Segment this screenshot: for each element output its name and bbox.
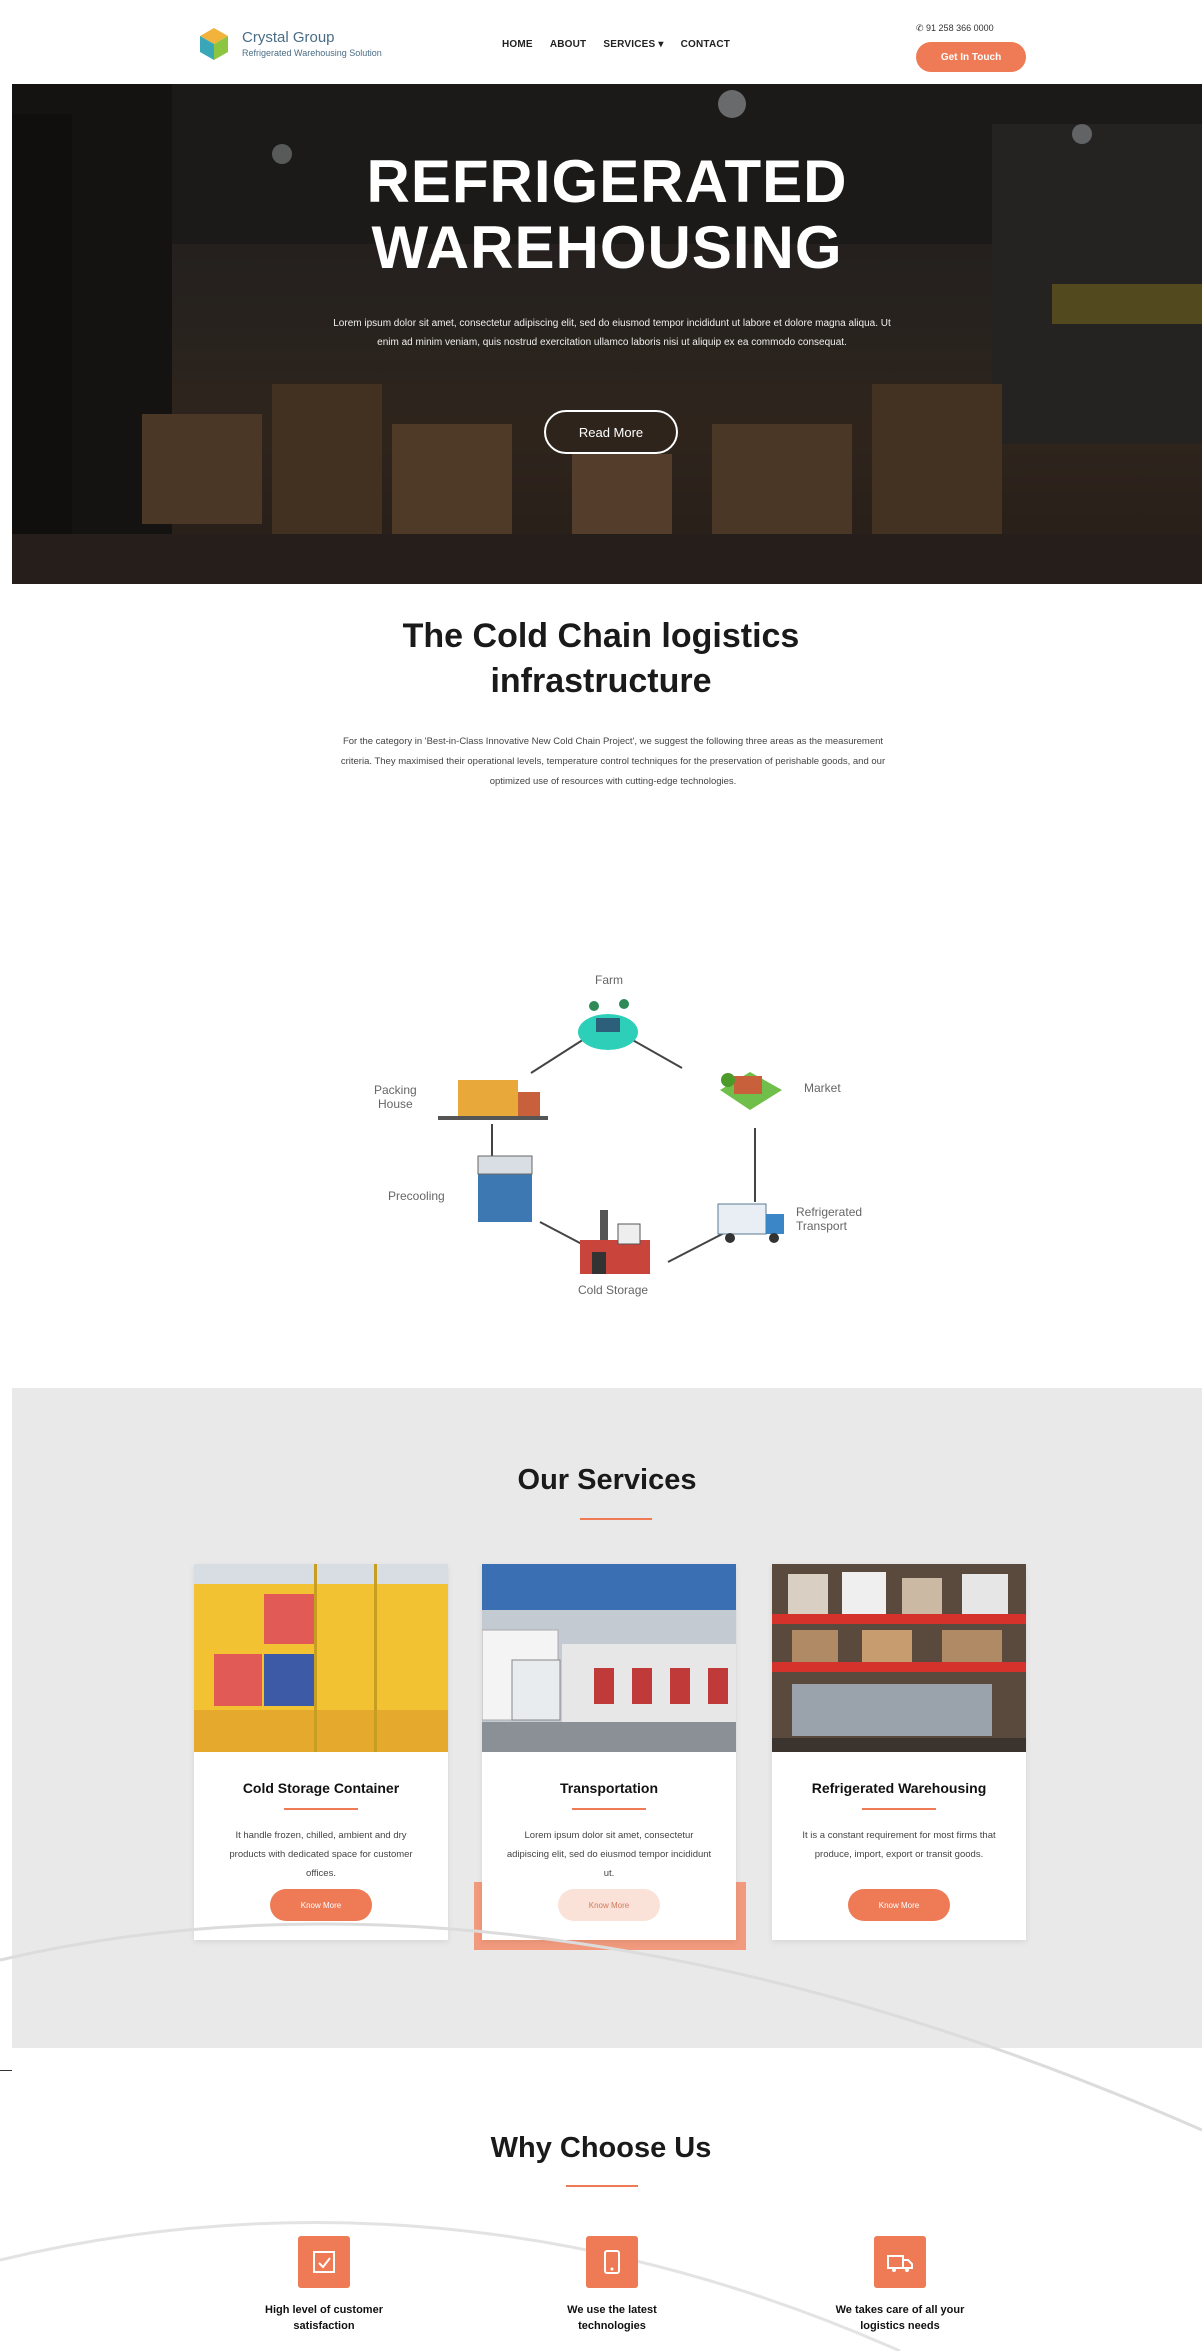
nav-about[interactable]: ABOUT bbox=[550, 39, 587, 50]
market-icon bbox=[720, 1072, 782, 1110]
services-title-underline bbox=[580, 1518, 652, 1520]
why-label-line1: We use the latest bbox=[567, 2304, 657, 2316]
node-label-precooling: Precooling bbox=[388, 1189, 445, 1203]
know-more-button[interactable]: Know More bbox=[558, 1889, 660, 1921]
logo[interactable]: Crystal Group Refrigerated Warehousing S… bbox=[194, 24, 382, 64]
services-section: Our Services Cold Storage Container It h… bbox=[12, 1388, 1202, 2048]
logo-tagline: Refrigerated Warehousing Solution bbox=[242, 48, 382, 58]
intro-title: The Cold Chain logistics infrastructure bbox=[0, 614, 1202, 704]
intro-description: For the category in 'Best-in-Class Innov… bbox=[340, 736, 886, 787]
main-nav: HOME ABOUT SERVICES ▾ CONTACT bbox=[502, 39, 730, 50]
shipping-containers-image bbox=[194, 1564, 448, 1752]
read-more-button[interactable]: Read More bbox=[544, 410, 678, 454]
node-label-farm: Farm bbox=[595, 973, 623, 987]
card-title: Refrigerated Warehousing bbox=[811, 1780, 987, 1796]
why-label-line2: satisfaction bbox=[293, 2320, 355, 2332]
intro-title-line1: The Cold Chain logistics bbox=[402, 617, 800, 655]
nav-services[interactable]: SERVICES ▾ bbox=[603, 39, 663, 50]
hero-title: REFRIGERATED WAREHOUSING bbox=[12, 149, 1202, 281]
card-title: Cold Storage Container bbox=[242, 1780, 400, 1796]
technology-icon bbox=[586, 2236, 638, 2288]
nav-contact[interactable]: CONTACT bbox=[681, 39, 731, 50]
node-label-cold-storage: Cold Storage bbox=[578, 1283, 648, 1297]
cold-chain-diagram: Farm Market Refrigerated Transport Cold … bbox=[330, 960, 890, 1360]
service-card-cold-storage[interactable]: Cold Storage Container It handle frozen,… bbox=[194, 1564, 448, 1940]
card-title-underline bbox=[862, 1808, 936, 1810]
know-more-button[interactable]: Know More bbox=[270, 1889, 372, 1921]
packing-house-truck-icon bbox=[438, 1080, 548, 1120]
page-edge-mark bbox=[0, 2070, 12, 2071]
service-card-transportation[interactable]: Transportation Lorem ipsum dolor sit ame… bbox=[482, 1564, 736, 1940]
node-label-transport-2: Transport bbox=[796, 1219, 848, 1233]
know-more-button[interactable]: Know More bbox=[848, 1889, 950, 1921]
warehouse-shelves-image bbox=[772, 1564, 1026, 1752]
precooling-box-icon bbox=[477, 1155, 533, 1222]
cube-logo-icon bbox=[200, 28, 228, 60]
card-title-underline bbox=[572, 1808, 646, 1810]
why-title-underline bbox=[566, 2185, 638, 2187]
why-label: We takes care of all your logistics need… bbox=[796, 2302, 1004, 2334]
why-label-line2: technologies bbox=[578, 2320, 646, 2332]
delivery-truck-icon bbox=[874, 2236, 926, 2288]
why-label: High level of customer satisfaction bbox=[220, 2302, 428, 2334]
hero-banner: REFRIGERATED WAREHOUSING Lorem ipsum dol… bbox=[12, 84, 1202, 584]
why-choose-us-title: Why Choose Us bbox=[490, 2132, 712, 2164]
card-description: It is a constant requirement for most fi… bbox=[802, 1830, 996, 1860]
node-label-transport-1: Refrigerated bbox=[796, 1205, 862, 1219]
farm-icon bbox=[578, 999, 638, 1050]
card-title-underline bbox=[284, 1808, 358, 1810]
node-label-packing-1: Packing bbox=[374, 1083, 417, 1097]
cold-chain-cycle-graphic: Farm Market Refrigerated Transport Cold … bbox=[374, 973, 862, 1297]
refrigerated-truck-icon bbox=[717, 1203, 784, 1243]
site-header: Crystal Group Refrigerated Warehousing S… bbox=[0, 0, 1202, 84]
intro-title-line2: infrastructure bbox=[490, 662, 712, 700]
cold-storage-factory-icon bbox=[580, 1210, 650, 1274]
card-description: Lorem ipsum dolor sit amet, consectetur … bbox=[506, 1830, 712, 1879]
node-label-packing-2: House bbox=[378, 1097, 413, 1111]
logo-name: Crystal Group bbox=[242, 29, 335, 46]
hero-title-line2: WAREHOUSING bbox=[371, 214, 843, 281]
why-label-line1: High level of customer bbox=[265, 2304, 383, 2316]
customer-satisfaction-icon bbox=[298, 2236, 350, 2288]
service-card-refrigerated-warehousing[interactable]: Refrigerated Warehousing It is a constan… bbox=[772, 1564, 1026, 1940]
hero-title-line1: REFRIGERATED bbox=[366, 148, 848, 215]
truck-loading-dock-image bbox=[482, 1564, 736, 1752]
hero-description: Lorem ipsum dolor sit amet, consectetur … bbox=[333, 318, 891, 348]
nav-home[interactable]: HOME bbox=[502, 39, 533, 50]
services-title: Our Services bbox=[517, 1464, 697, 1496]
why-label-line1: We takes care of all your bbox=[835, 2304, 965, 2316]
card-description: It handle frozen, chilled, ambient and d… bbox=[229, 1830, 413, 1879]
why-label: We use the latest technologies bbox=[508, 2302, 716, 2334]
node-label-market: Market bbox=[804, 1081, 841, 1095]
card-title: Transportation bbox=[559, 1780, 658, 1796]
phone-number[interactable]: ✆ 91 258 366 0000 bbox=[916, 23, 994, 34]
why-label-line2: logistics needs bbox=[860, 2320, 940, 2332]
get-in-touch-button[interactable]: Get In Touch bbox=[916, 42, 1026, 72]
